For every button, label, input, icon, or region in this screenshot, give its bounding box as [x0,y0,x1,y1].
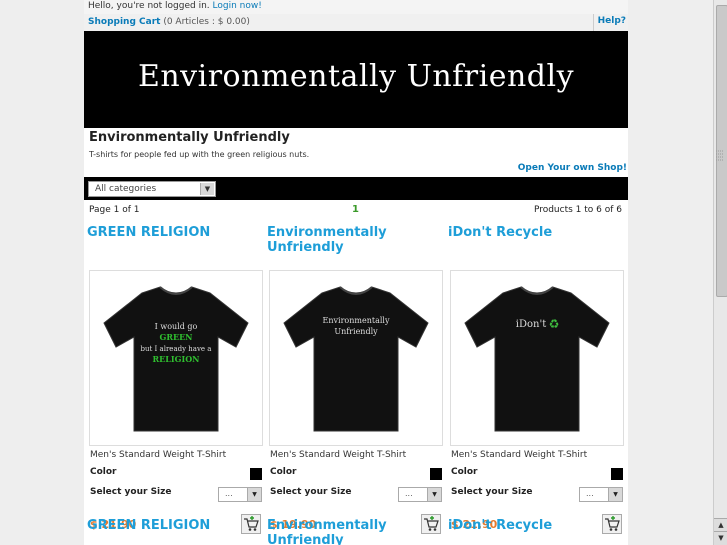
add-to-cart-button[interactable] [602,514,622,534]
page-number-link[interactable]: 1 [352,204,359,215]
product-title[interactable]: GREEN RELIGION [87,225,265,257]
tshirt-image: Environmentally Unfriendly [283,286,429,432]
product-image[interactable]: Environmentally Unfriendly [269,270,443,446]
category-select[interactable]: All categories ▼ [88,181,216,197]
size-select[interactable]: ... ▼ [398,487,442,502]
product-type: Men's Standard Weight T-Shirt [270,450,407,460]
product-image[interactable]: iDon't ♻ [450,270,624,446]
color-label: Color [270,467,297,477]
color-label: Color [90,467,117,477]
size-row: Select your Size ... ▼ [451,487,623,502]
add-to-cart-button[interactable] [241,514,261,534]
product-type: Men's Standard Weight T-Shirt [90,450,227,460]
product-image[interactable]: I would go GREEN but I already have a RE… [89,270,263,446]
color-row: Color [90,467,262,481]
shopping-cart-link[interactable]: Shopping Cart [88,17,160,27]
login-link[interactable]: Login now! [213,1,262,11]
color-row: Color [270,467,442,481]
scroll-down-button[interactable]: ▼ [714,531,727,545]
product-title-overlay[interactable]: GREEN RELIGION [87,518,265,533]
tshirt-image: iDon't ♻ [464,286,610,432]
cart-icon [424,516,439,531]
open-shop-link[interactable]: Open Your own Shop! [518,163,627,173]
size-row: Select your Size ... ▼ [270,487,442,502]
color-swatch-black[interactable] [430,468,442,480]
size-select-value: ... [586,489,594,498]
chevron-down-icon[interactable]: ▼ [247,488,261,501]
cart-icon [244,516,259,531]
size-select[interactable]: ... ▼ [579,487,623,502]
shop-name: Environmentally Unfriendly [89,130,290,145]
shirt-text: RELIGION [153,354,200,364]
shirt-text: iDon't [516,319,546,330]
color-label: Color [451,467,478,477]
recycle-icon: ♻ [549,317,560,331]
size-label: Select your Size [90,487,172,497]
page: Hello, you're not logged in. Login now! … [84,0,628,545]
category-select-value: All categories [95,184,157,194]
products-count: Products 1 to 6 of 6 [533,205,622,215]
resize-grip-icon[interactable] [714,148,726,162]
size-label: Select your Size [451,487,533,497]
shop-banner[interactable]: Environmentally Unfriendly [84,31,628,128]
product-title[interactable]: iDon't Recycle [448,225,626,257]
product-type: Men's Standard Weight T-Shirt [451,450,588,460]
cart-icon [605,516,620,531]
chevron-down-icon[interactable]: ▼ [608,488,622,501]
size-label: Select your Size [270,487,352,497]
help-link[interactable]: Help? [592,14,628,32]
product-title-overlay[interactable]: iDon't Recycle [448,518,626,533]
shirt-text: but I already have a [141,345,212,353]
cart-summary: (0 Articles : $ 0.00) [163,17,250,27]
greeting-text: Hello, you're not logged in. [88,1,210,11]
shirt-text: I would go [155,322,198,331]
size-select-value: ... [405,489,413,498]
color-swatch-black[interactable] [250,468,262,480]
color-row: Color [451,467,623,481]
shirt-text: GREEN [160,332,193,342]
category-bar: All categories ▼ [84,177,628,200]
size-select-value: ... [225,489,233,498]
product-title[interactable]: Environmentally Unfriendly [267,225,445,257]
product-card: Environmentally Unfriendly Environmental… [267,225,445,545]
product-card: iDon't Recycle iDon't ♻ Men's Standard W… [448,225,626,534]
size-row: Select your Size ... ▼ [90,487,262,502]
chevron-down-icon[interactable]: ▼ [427,488,441,501]
login-bar: Hello, you're not logged in. Login now! [84,0,628,14]
product-card: GREEN RELIGION I would go GREEN but I al… [87,225,265,534]
page-label: Page 1 of 1 [89,205,140,215]
scroll-up-button[interactable]: ▲ [714,518,727,532]
shirt-text: Environmentally [323,316,390,325]
tshirt-image: I would go GREEN but I already have a RE… [103,286,249,432]
add-to-cart-button[interactable] [421,514,441,534]
chevron-down-icon[interactable]: ▼ [200,183,214,195]
cart-bar: Shopping Cart (0 Articles : $ 0.00) Help… [84,14,628,32]
pagination: Page 1 of 1 1 Products 1 to 6 of 6 [84,204,628,218]
shop-description: T-shirts for people fed up with the gree… [89,150,310,159]
shirt-text: Unfriendly [334,327,378,336]
vertical-scrollbar[interactable]: ▲ ▼ [713,0,727,545]
banner-title: Environmentally Unfriendly [137,59,575,94]
size-select[interactable]: ... ▼ [218,487,262,502]
product-title-overlay[interactable]: Environmentally Unfriendly [267,518,445,545]
color-swatch-black[interactable] [611,468,623,480]
